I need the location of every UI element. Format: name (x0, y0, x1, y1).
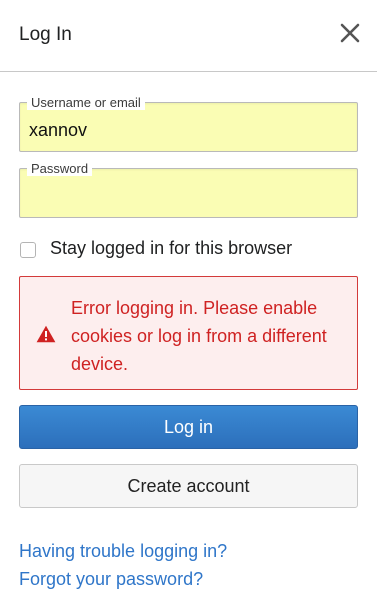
error-text: Error logging in. Please enable cookies … (71, 298, 327, 374)
close-button[interactable] (337, 20, 363, 46)
username-field: Username or email (19, 95, 358, 152)
password-input[interactable] (29, 183, 349, 209)
trouble-logging-in-link[interactable]: Having trouble logging in? (19, 540, 227, 562)
dialog-header: Log In (0, 0, 377, 72)
error-message-box: Error logging in. Please enable cookies … (19, 276, 358, 390)
login-button[interactable]: Log in (19, 405, 358, 449)
create-account-button[interactable]: Create account (19, 464, 358, 508)
password-label: Password (27, 161, 93, 176)
username-input[interactable] (29, 117, 349, 143)
password-field: Password (19, 161, 358, 218)
remember-checkbox[interactable] (20, 242, 36, 258)
username-label: Username or email (27, 95, 145, 110)
close-icon (340, 23, 360, 43)
forgot-password-link[interactable]: Forgot your password? (19, 568, 203, 590)
dialog-title: Log In (19, 24, 72, 45)
remember-me[interactable]: Stay logged in for this browser (20, 236, 350, 260)
remember-label[interactable]: Stay logged in for this browser (50, 237, 292, 259)
login-dialog: Log In Username or email Password Stay l… (0, 0, 377, 610)
warning-icon (36, 325, 56, 343)
